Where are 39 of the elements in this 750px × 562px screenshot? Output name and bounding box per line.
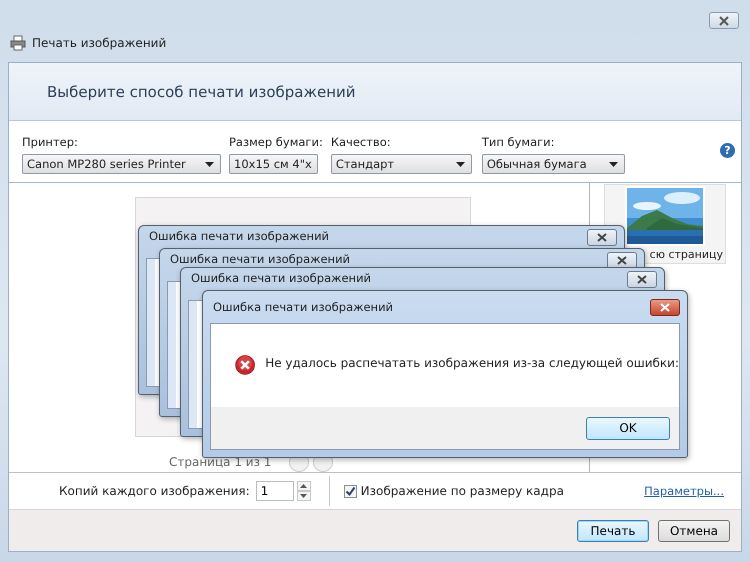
close-button[interactable] bbox=[650, 298, 680, 316]
dropdown[interactable]: Стандарт bbox=[330, 154, 472, 174]
error-message: Не удалось распечатать изображения из-за следующей ошибки: bbox=[265, 356, 679, 370]
checkbox[interactable] bbox=[344, 484, 357, 498]
caret-icon bbox=[608, 162, 618, 166]
option-label: Размер бумаги: bbox=[229, 135, 323, 149]
spin-up-button[interactable] bbox=[296, 481, 311, 491]
option-label: Принтер: bbox=[22, 135, 79, 149]
copies-label: Копий каждого изображения: bbox=[59, 484, 250, 498]
close-icon bbox=[717, 16, 731, 26]
dropdown[interactable]: Обычная бумага bbox=[482, 154, 625, 174]
caret-icon bbox=[205, 162, 214, 166]
close-button[interactable] bbox=[587, 229, 617, 246]
help-icon[interactable]: ? bbox=[720, 143, 735, 158]
spin-down-button[interactable] bbox=[296, 491, 311, 501]
copies-field[interactable]: 1 bbox=[256, 481, 294, 501]
close-button[interactable] bbox=[709, 12, 739, 29]
dialog-title: Ошибка печати изображений bbox=[169, 252, 350, 266]
printer-icon bbox=[10, 35, 26, 51]
close-icon bbox=[596, 233, 608, 242]
dialog-title: Ошибка печати изображений bbox=[148, 229, 330, 243]
caret-icon bbox=[456, 162, 465, 166]
close-icon bbox=[636, 275, 648, 284]
dialog-title: Ошибка печати изображений bbox=[190, 271, 372, 285]
close-icon bbox=[616, 256, 628, 265]
option-label: Тип бумаги: bbox=[482, 135, 556, 149]
checkbox-label: Изображение по размеру кадра bbox=[360, 484, 564, 498]
window-title: Печать изображений bbox=[32, 36, 166, 50]
dropdown[interactable]: Canon MP280 series Printer bbox=[22, 154, 221, 174]
ok-button[interactable]: OK bbox=[586, 416, 670, 440]
dialog-heading: Выберите способ печати изображений bbox=[47, 82, 356, 100]
settings-link[interactable]: Параметры... bbox=[644, 484, 724, 498]
close-icon bbox=[659, 302, 671, 312]
dialog-button[interactable]: Печать bbox=[577, 520, 649, 542]
close-button[interactable] bbox=[627, 271, 657, 288]
dropdown[interactable]: 10x15 см 4"x bbox=[229, 154, 318, 174]
dialog-button[interactable]: Отмена bbox=[658, 520, 730, 542]
dialog-title: Ошибка печати изображений bbox=[212, 300, 394, 314]
option-label: Качество: bbox=[330, 135, 392, 149]
